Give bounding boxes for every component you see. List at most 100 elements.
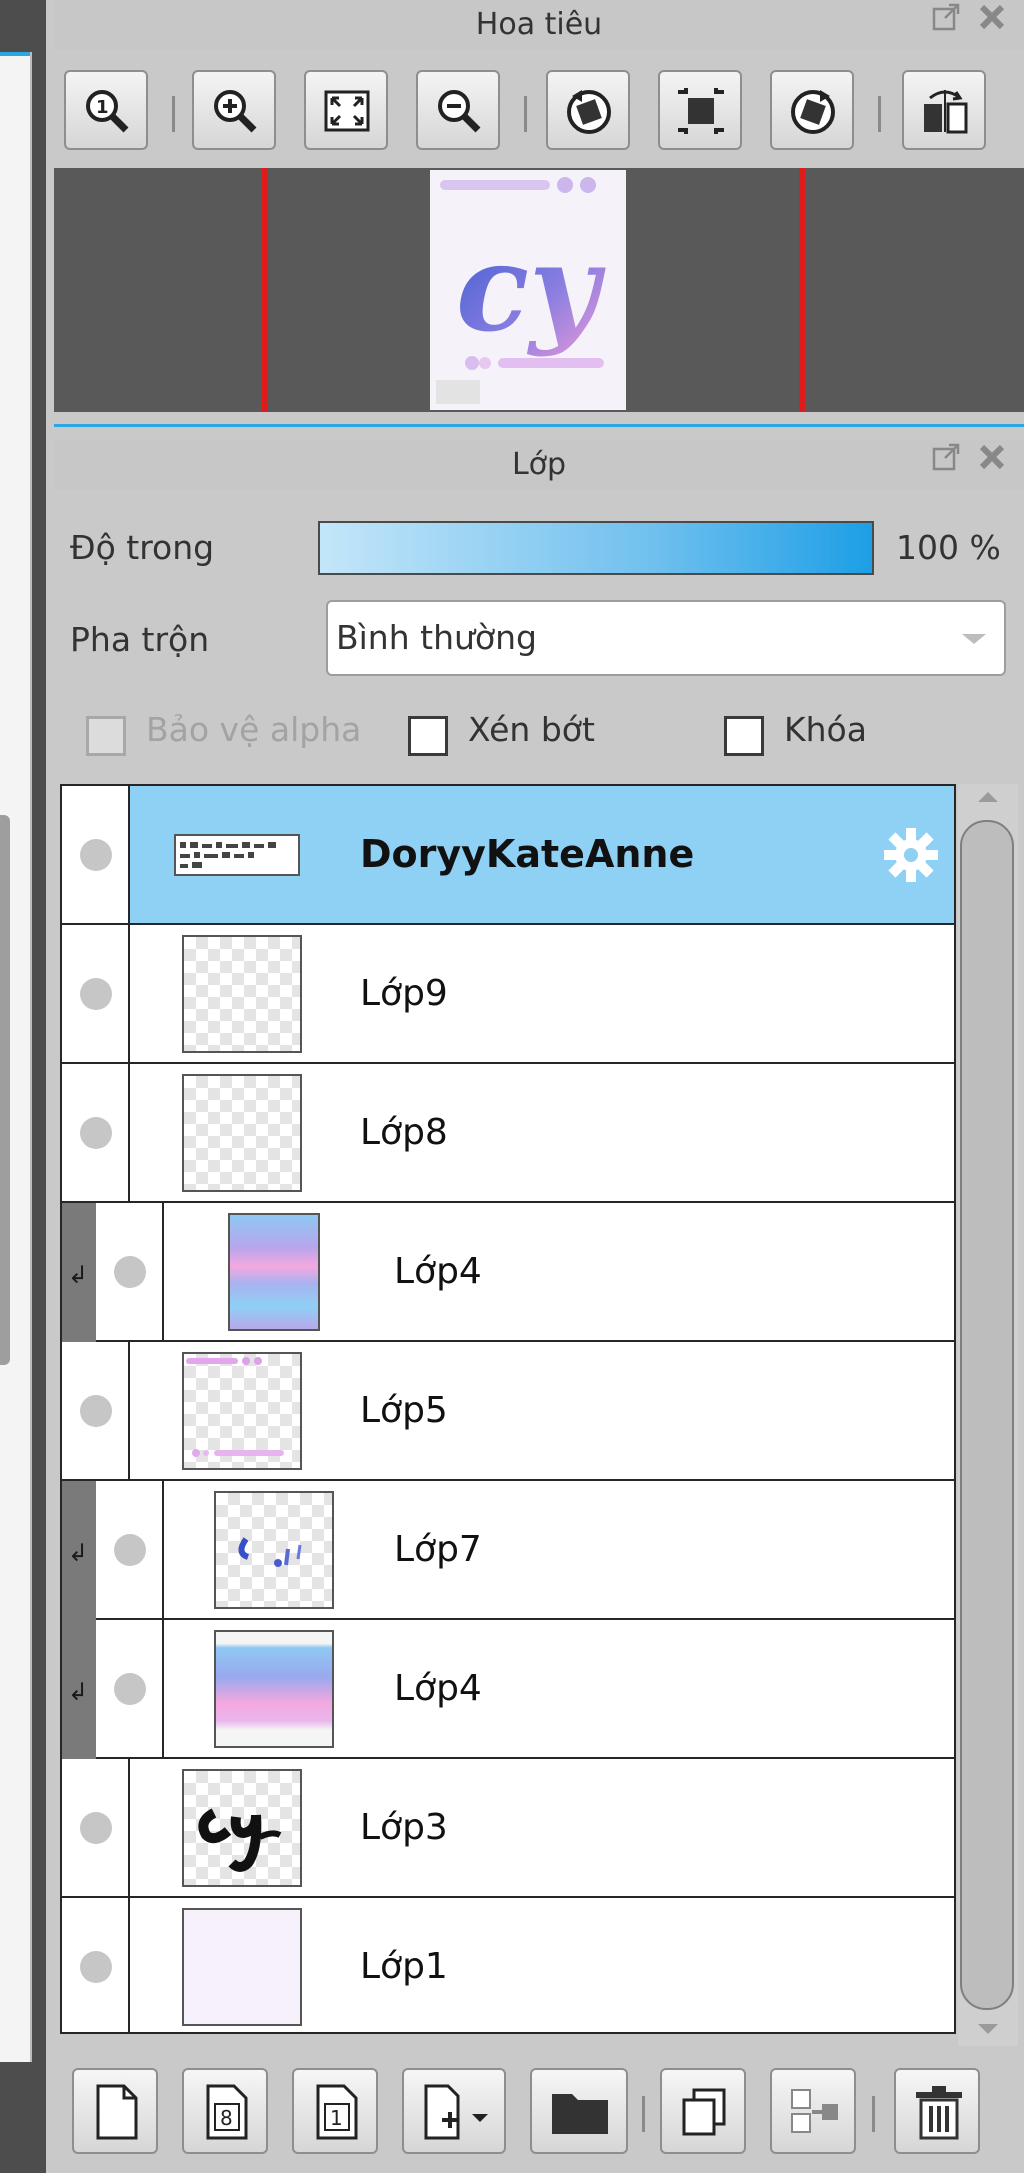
undock-icon[interactable]: [926, 2, 966, 42]
clipping-indicator: ↲: [62, 1203, 96, 1342]
fit-window-button[interactable]: [304, 70, 388, 150]
layer-name: Lớp8: [360, 1112, 448, 1153]
layer-name: Lớp9: [360, 973, 448, 1014]
chevron-down-icon: [962, 634, 986, 644]
visibility-toggle[interactable]: [62, 1342, 130, 1479]
visibility-toggle[interactable]: [62, 1898, 130, 2032]
add-layer-menu-button[interactable]: [402, 2068, 506, 2154]
close-icon[interactable]: [972, 442, 1012, 482]
visibility-toggle[interactable]: [96, 1203, 164, 1340]
layer-name: DoryyKateAnne: [360, 832, 695, 876]
visibility-toggle[interactable]: [62, 1759, 130, 1896]
eye-icon: [80, 1117, 112, 1149]
canvas-scrollbar[interactable]: [0, 815, 10, 1365]
layer-thumbnail: [182, 1908, 302, 2026]
rotate-left-button[interactable]: [546, 70, 630, 150]
zoom-in-icon: [214, 90, 257, 133]
zoom-actual-size-icon: 1: [86, 90, 129, 133]
zoom-out-icon: [438, 90, 481, 133]
layer-name: Lớp4: [394, 1668, 482, 1709]
clipping-label: Xén bớt: [468, 710, 595, 749]
layer-row[interactable]: Lớp9: [62, 925, 954, 1064]
right-dock: Hoa tiêu 1 cy Lớp Độ trong 100 % Pha trộ…: [46, 0, 1024, 2173]
layer-list-scrollbar[interactable]: [958, 784, 1018, 2046]
layer-row[interactable]: Lớp8: [62, 1064, 954, 1203]
layer-thumbnail: [214, 1630, 334, 1748]
layer-thumbnail: [182, 1352, 302, 1470]
layer-name: Lớp3: [360, 1807, 448, 1848]
zoom-actual-size-button[interactable]: 1: [64, 70, 148, 150]
layer-row[interactable]: ↲ Lớp4: [62, 1620, 954, 1759]
new-1bit-layer-icon: 1: [316, 2084, 358, 2140]
delete-layer-button[interactable]: [894, 2068, 980, 2154]
navigator-titlebar: Hoa tiêu: [54, 0, 1024, 50]
eye-icon: [80, 1812, 112, 1844]
navigator-preview[interactable]: cy: [54, 168, 1024, 412]
layer-name: Lớp4: [394, 1251, 482, 1292]
visibility-toggle[interactable]: [62, 786, 130, 923]
opacity-value: 100 %: [896, 528, 1001, 567]
undock-icon[interactable]: [926, 442, 966, 482]
fit-window-icon: [324, 90, 370, 132]
layer-row[interactable]: ↲ Lớp7: [62, 1481, 954, 1620]
close-icon[interactable]: [972, 2, 1012, 42]
gear-icon[interactable]: [882, 826, 940, 884]
new-1bit-layer-button[interactable]: 1: [292, 2068, 378, 2154]
visibility-toggle[interactable]: [96, 1620, 164, 1757]
navigator-title: Hoa tiêu: [475, 7, 603, 42]
duplicate-layer-icon: [682, 2088, 726, 2136]
new-folder-button[interactable]: [530, 2068, 628, 2154]
visibility-toggle[interactable]: [62, 925, 130, 1062]
layer-thumbnail: [174, 834, 300, 876]
rotate-right-icon: [791, 90, 835, 134]
clipping-checkbox[interactable]: [408, 716, 448, 756]
blend-mode-select[interactable]: Bình thường: [326, 600, 1006, 676]
new-layer-icon: [96, 2084, 138, 2140]
visibility-toggle[interactable]: [62, 1064, 130, 1201]
opacity-slider[interactable]: [318, 521, 874, 575]
layer-row[interactable]: DoryyKateAnne: [62, 786, 954, 925]
layer-name: Lớp1: [360, 1946, 448, 1987]
add-layer-menu-icon: [424, 2084, 488, 2140]
new-8bit-layer-button[interactable]: 8: [182, 2068, 268, 2154]
blend-mode-label: Pha trộn: [70, 620, 210, 659]
panel-accent: [54, 424, 1024, 427]
rotate-right-button[interactable]: [770, 70, 854, 150]
flip-horizontal-button[interactable]: [902, 70, 986, 150]
layer-toolbar: 8 1: [54, 2050, 1024, 2173]
protect-alpha-checkbox[interactable]: [86, 716, 126, 756]
clip-arrow-icon: ↲: [68, 1539, 89, 1567]
visibility-toggle[interactable]: [96, 1481, 164, 1618]
clip-arrow-icon: ↲: [68, 1678, 89, 1706]
layer-panel-title: Lớp: [511, 447, 567, 482]
layer-thumbnail: [182, 935, 302, 1053]
opacity-label: Độ trong: [70, 528, 215, 567]
zoom-in-button[interactable]: [192, 70, 276, 150]
layer-row[interactable]: Lớp3: [62, 1759, 954, 1898]
duplicate-layer-button[interactable]: [660, 2068, 746, 2154]
svg-text:cy: cy: [456, 218, 606, 359]
scrollbar-thumb[interactable]: [960, 820, 1014, 2010]
layer-row[interactable]: Lớp1: [62, 1898, 954, 2032]
layer-list: DoryyKateAnne Lớp9 Lớp8 ↲ Lớp4 Lớp5 ↲ Lớ…: [60, 784, 956, 2034]
zoom-out-button[interactable]: [416, 70, 500, 150]
new-folder-icon: [552, 2094, 608, 2134]
svg-text:1: 1: [330, 2106, 343, 2130]
layer-name: Lớp5: [360, 1390, 448, 1431]
toolbar-separator: [872, 2096, 875, 2132]
layer-row[interactable]: Lớp5: [62, 1342, 954, 1481]
scroll-down-icon[interactable]: [978, 2024, 998, 2034]
scroll-up-icon[interactable]: [978, 792, 998, 802]
reset-view-button[interactable]: [658, 70, 742, 150]
merge-down-icon: [791, 2089, 838, 2133]
lock-checkbox[interactable]: [724, 716, 764, 756]
merge-down-button[interactable]: [770, 2068, 856, 2154]
canvas-thumbnail: cy: [430, 170, 626, 410]
eye-icon: [114, 1256, 146, 1288]
new-layer-button[interactable]: [72, 2068, 158, 2154]
clip-arrow-icon: ↲: [68, 1261, 89, 1289]
rotate-left-icon: [567, 90, 611, 134]
layer-row[interactable]: ↲ Lớp4: [62, 1203, 954, 1342]
toolbar-separator: [878, 96, 881, 132]
svg-text:8: 8: [220, 2106, 233, 2130]
